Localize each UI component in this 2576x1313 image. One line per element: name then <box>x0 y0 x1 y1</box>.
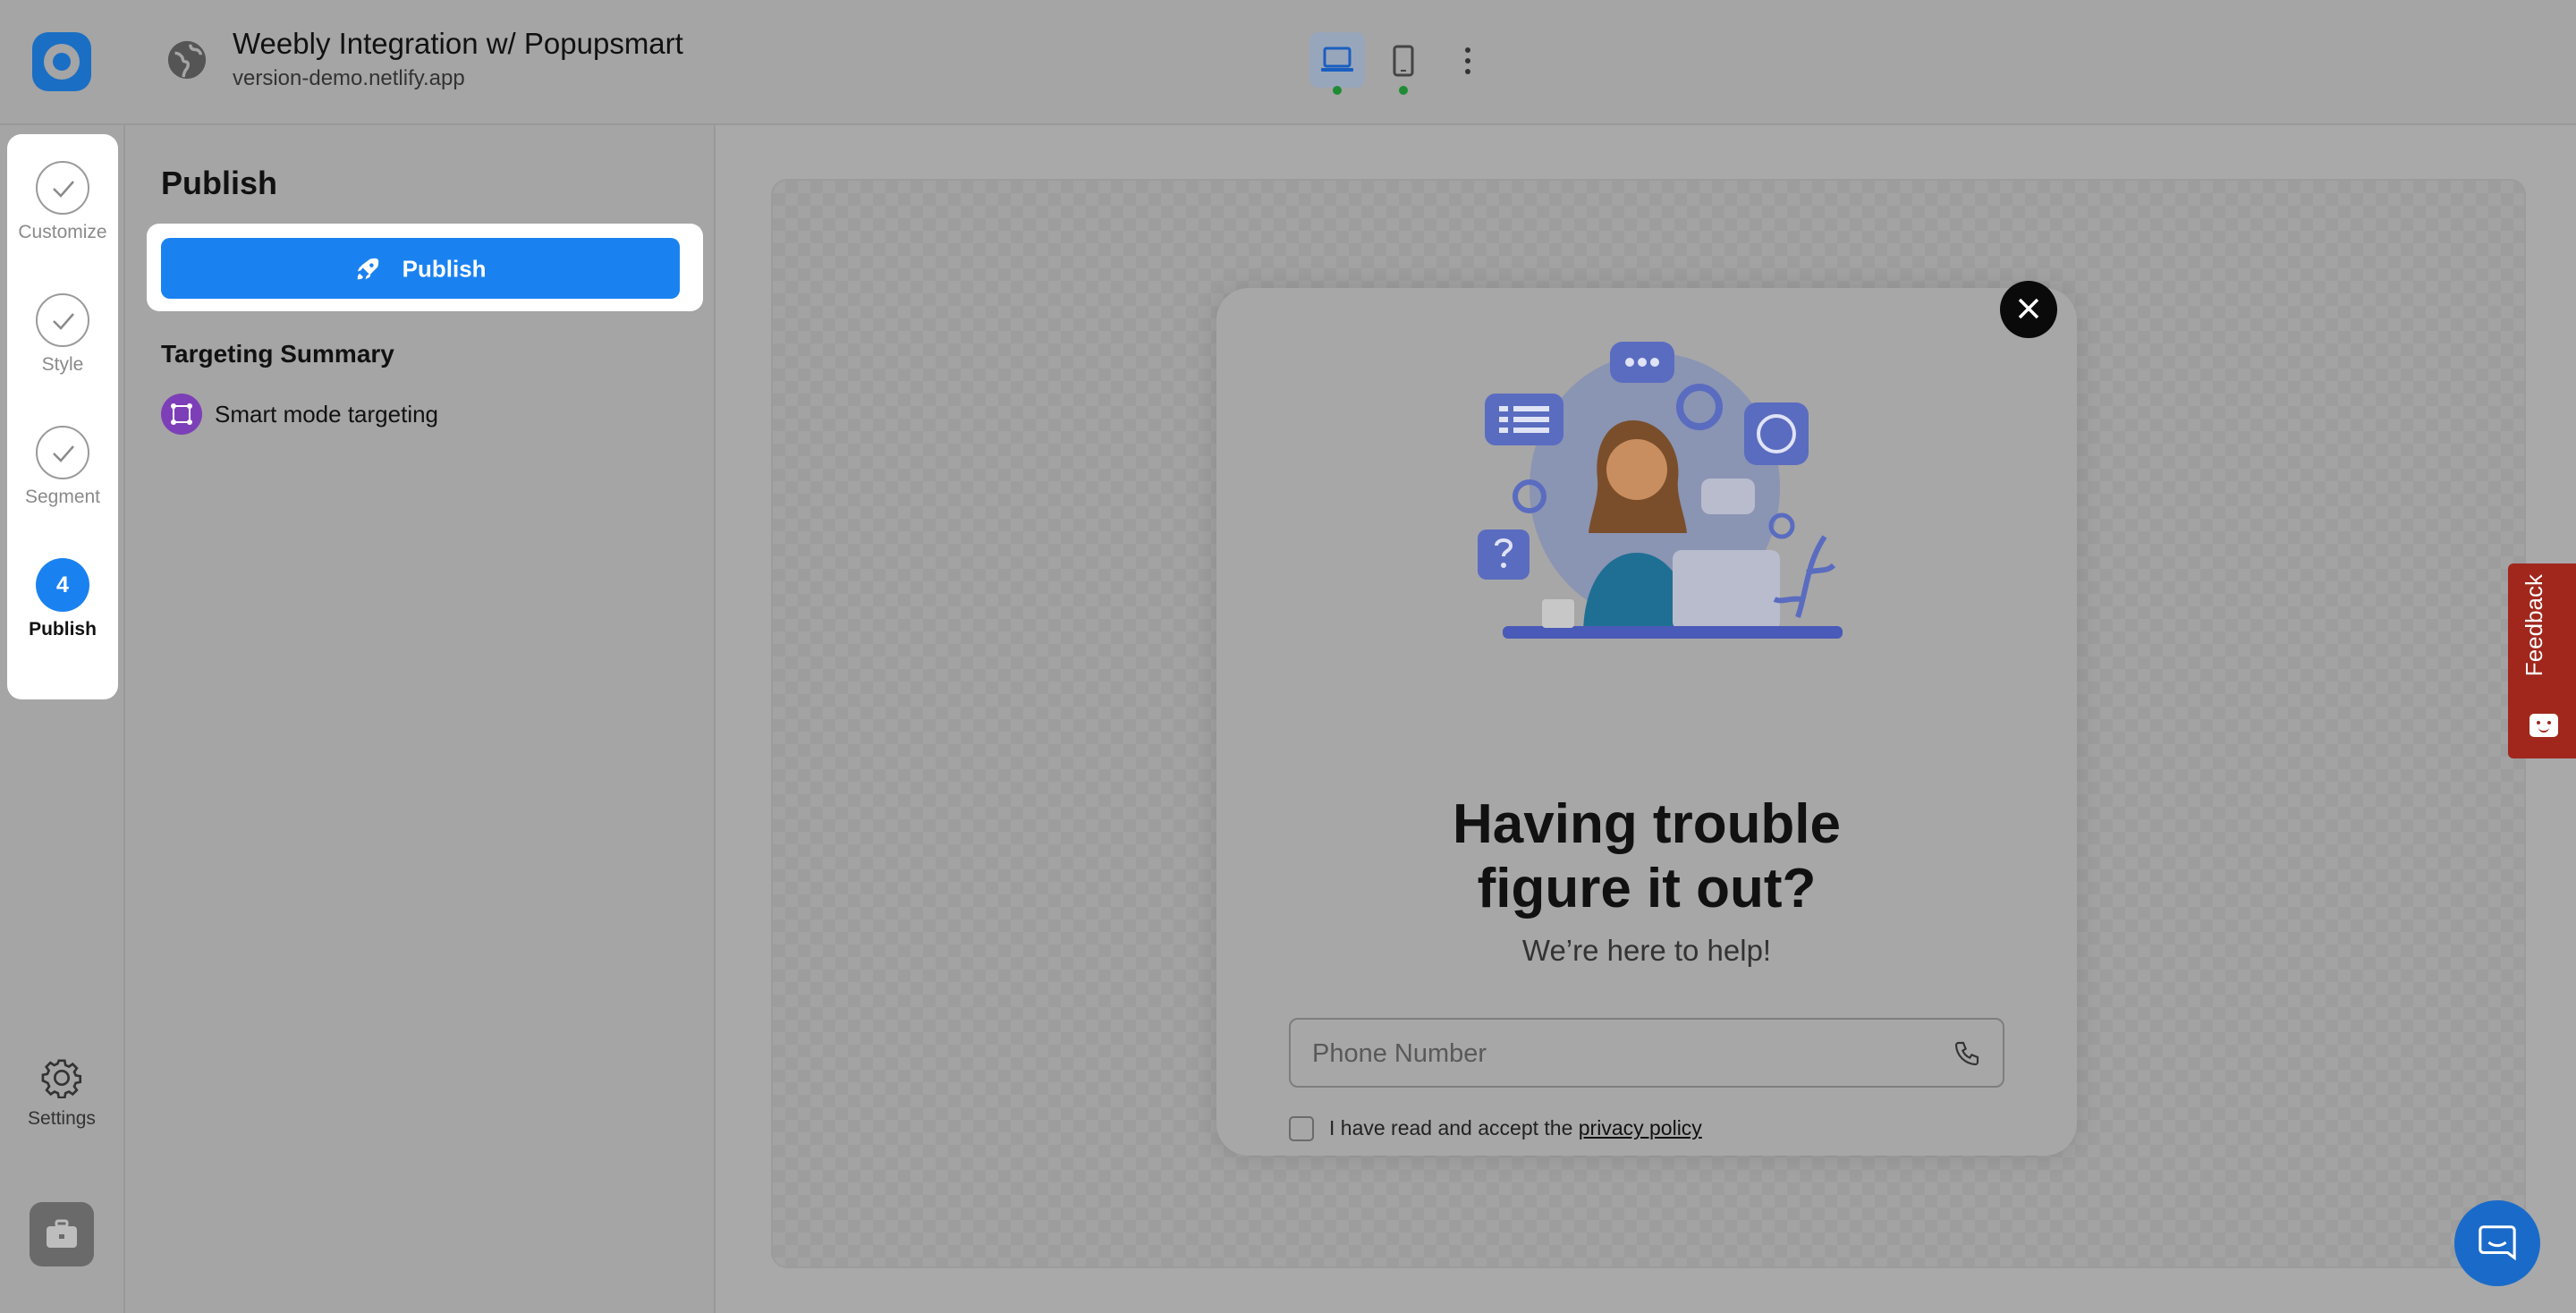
more-options-icon[interactable] <box>1454 43 1481 79</box>
briefcase-button[interactable] <box>30 1202 94 1266</box>
laptop-icon <box>1321 47 1353 72</box>
support-agent-illustration-icon <box>1478 342 1843 639</box>
settings-label: Settings <box>28 1108 96 1129</box>
headline-line-2: figure it out? <box>1477 858 1817 919</box>
rocket-icon <box>358 258 379 280</box>
desktop-status-dot <box>1333 86 1342 95</box>
publish-button-label: Publish <box>402 255 487 283</box>
phone-field[interactable] <box>1289 1018 2004 1088</box>
popup-close-button[interactable] <box>2000 281 2057 338</box>
feedback-tab[interactable]: Feedback <box>2508 563 2576 758</box>
step-segment[interactable]: Segment <box>7 426 118 508</box>
phone-icon <box>1954 1041 1979 1066</box>
popupsmart-logo-icon[interactable] <box>32 32 91 91</box>
settings-button[interactable]: Settings <box>16 1057 107 1130</box>
targeting-item: Smart mode targeting <box>215 401 439 428</box>
check-icon <box>36 426 89 479</box>
step-customize[interactable]: Customize <box>7 161 118 243</box>
publish-button[interactable]: Publish <box>161 238 680 299</box>
popup-headline: Having trouble figure it out? <box>1252 792 2041 921</box>
privacy-policy-link[interactable]: privacy policy <box>1579 1116 1702 1139</box>
step-label: Publish <box>29 619 97 640</box>
steps-panel: Customize Style Segment 4 Publish <box>7 134 118 699</box>
panel-title: Publish <box>161 165 278 201</box>
check-icon <box>36 161 89 215</box>
site-title: Weebly Integration w/ Popupsmart <box>233 27 683 60</box>
briefcase-icon <box>47 1219 77 1248</box>
consent-text: I have read and accept the <box>1329 1116 1579 1139</box>
top-header <box>0 0 2576 125</box>
desktop-preview-button[interactable] <box>1309 32 1365 88</box>
mobile-icon <box>1393 45 1414 77</box>
close-icon <box>2018 298 2039 318</box>
globe-icon <box>167 40 207 80</box>
feedback-face-icon <box>2529 714 2558 737</box>
chat-icon <box>2479 1224 2516 1260</box>
chat-launcher-button[interactable] <box>2454 1200 2540 1286</box>
gear-icon <box>41 1059 82 1099</box>
site-url: version-demo.netlify.app <box>233 66 465 90</box>
consent-label: I have read and accept the privacy polic… <box>1329 1116 1702 1140</box>
mobile-status-dot <box>1399 86 1408 95</box>
popup-subheadline: We’re here to help! <box>1521 934 1772 967</box>
step-style[interactable]: Style <box>7 293 118 376</box>
check-icon <box>36 293 89 347</box>
headline-line-1: Having trouble <box>1452 793 1842 855</box>
privacy-checkbox[interactable] <box>1289 1116 1314 1141</box>
step-label: Style <box>41 354 84 375</box>
step-number: 4 <box>36 558 89 612</box>
targeting-summary-title: Targeting Summary <box>161 340 394 368</box>
step-publish[interactable]: 4 Publish <box>7 558 118 640</box>
mobile-preview-button[interactable] <box>1376 32 1431 88</box>
step-label: Customize <box>18 222 107 242</box>
feedback-label: Feedback <box>2521 574 2547 677</box>
step-label: Segment <box>24 487 101 507</box>
smart-mode-icon <box>161 394 202 435</box>
phone-number-input[interactable] <box>1310 1020 1922 1088</box>
